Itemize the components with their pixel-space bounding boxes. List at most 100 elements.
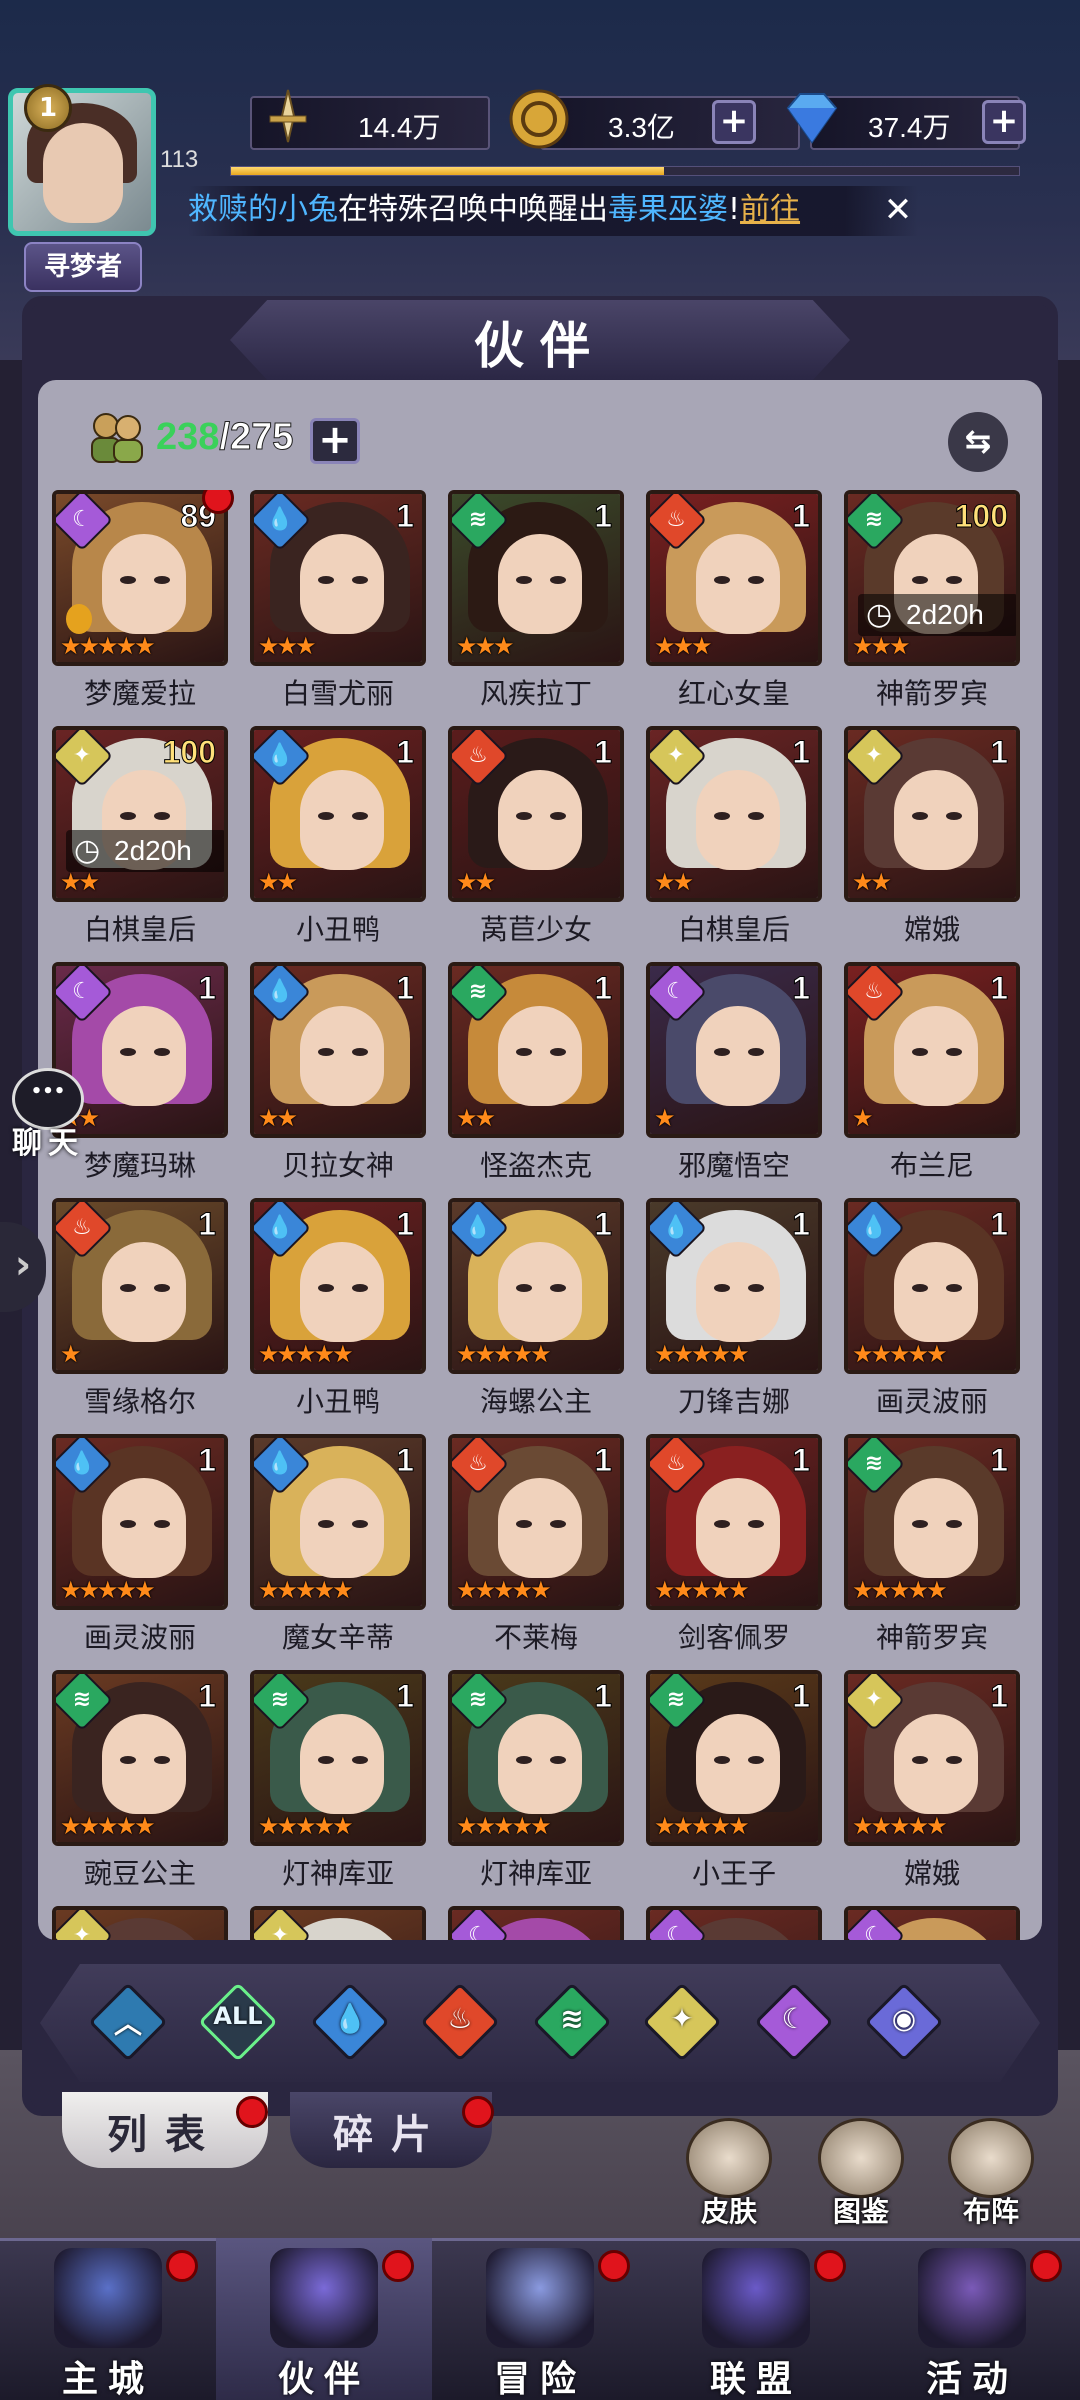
hero-eye xyxy=(154,1284,170,1292)
element-symbol: ☾ xyxy=(72,507,92,532)
nav-item[interactable]: 伙伴 xyxy=(216,2238,432,2400)
filter-all-button[interactable]: ALL xyxy=(198,1982,278,2062)
filter-light-button[interactable]: ✦ xyxy=(642,1982,722,2062)
hero-card[interactable]: 💧 1 ★★★★★ 小丑鸭 xyxy=(250,1198,426,1424)
player-title-badge[interactable]: 寻梦者 xyxy=(24,242,142,292)
hero-card[interactable]: ≋ 1 ★★★★★ 神箭罗宾 xyxy=(844,1434,1020,1660)
announcement-ticker[interactable]: 救赎的小兔在特殊召唤中唤醒出毒果巫婆!前往 xyxy=(188,186,918,236)
filter-void-button[interactable]: ◉ xyxy=(864,1982,944,2062)
nav-reddot xyxy=(598,2250,630,2282)
codex-button[interactable]: 图鉴 xyxy=(806,2118,916,2228)
hero-card[interactable]: ✦ xyxy=(52,1906,228,1940)
hero-portrait: ♨ 1 ★★ xyxy=(448,726,624,902)
hero-stars: ★★★ xyxy=(852,632,911,660)
hero-card[interactable]: ♨ 1 ★★★★★ 剑客佩罗 xyxy=(646,1434,822,1660)
ticker-goto-link[interactable]: 前往 xyxy=(740,192,800,227)
xp-bar-fill xyxy=(231,167,665,175)
hero-portrait: ☾ 89 ★★★★★ xyxy=(52,490,228,666)
hero-card[interactable]: 💧 1 ★★★ 白雪尤丽 xyxy=(250,490,426,716)
hero-name: 海螺公主 xyxy=(479,1385,592,1418)
hero-count-text: 238/275 xyxy=(156,416,294,459)
formation-button[interactable]: 布阵 xyxy=(936,2118,1046,2228)
nav-item[interactable]: 联盟 xyxy=(648,2238,864,2400)
hero-card[interactable]: ☾ 1 ★ 邪魔悟空 xyxy=(646,962,822,1188)
hero-card[interactable]: ✦ 1 ★★★★★ 嫦娥 xyxy=(844,1670,1020,1896)
hero-level: 1 xyxy=(990,1206,1009,1243)
hero-card[interactable]: ≋ 1 ★★ 怪盗杰克 xyxy=(448,962,624,1188)
filter-water-button[interactable]: 💧 xyxy=(310,1982,390,2062)
tab-fragments[interactable]: 碎片 xyxy=(290,2092,492,2168)
hero-eye xyxy=(120,576,136,584)
hero-eye xyxy=(154,812,170,820)
hero-level: 1 xyxy=(594,498,613,535)
hero-card[interactable]: ✦ 1 ★★ 嫦娥 xyxy=(844,726,1020,952)
nav-item[interactable]: 活动 xyxy=(864,2238,1080,2400)
nav-item[interactable]: 主城 xyxy=(0,2238,216,2400)
hero-face xyxy=(300,770,384,870)
filter-wind-button[interactable]: ≋ xyxy=(532,1982,612,2062)
xp-bar xyxy=(230,166,1020,176)
hero-card[interactable]: ✦ xyxy=(250,1906,426,1940)
hero-level: 1 xyxy=(594,1678,613,1715)
hero-name: 魔女辛蒂 xyxy=(281,1621,394,1654)
hero-portrait: ✦ xyxy=(250,1906,426,1940)
hero-eye xyxy=(550,812,566,820)
element-symbol: ☾ xyxy=(468,1923,488,1940)
hero-face xyxy=(696,1006,780,1106)
hero-eye xyxy=(516,812,532,820)
add-diamond-button[interactable]: + xyxy=(982,100,1026,144)
hero-stars: ★ xyxy=(852,1104,873,1132)
hero-card[interactable]: ✦ 100 2d20h★★ 白棋皇后 xyxy=(52,726,228,952)
hero-level: 1 xyxy=(990,970,1009,1007)
element-symbol: 💧 xyxy=(266,979,294,1004)
hero-card[interactable]: ☾ 89 ★★★★★ 梦魔爱拉 xyxy=(52,490,234,716)
hero-card[interactable]: ☾ xyxy=(646,1906,822,1940)
filter-dark-button[interactable]: ☾ xyxy=(754,1982,834,2062)
filter-fire-button[interactable]: ♨ xyxy=(420,1982,500,2062)
hero-name: 小丑鸭 xyxy=(295,913,380,946)
hero-face xyxy=(498,770,582,870)
chat-button[interactable]: 聊天 xyxy=(4,1062,94,1161)
hero-card[interactable]: ≋ 100 2d20h★★★ 神箭罗宾 xyxy=(844,490,1020,716)
close-ticker-icon[interactable]: ✕ xyxy=(878,190,918,230)
hero-card[interactable]: ≋ 1 ★★★★★ 灯神库亚 xyxy=(250,1670,426,1896)
nav-item[interactable]: 冒险 xyxy=(432,2238,648,2400)
add-gold-button[interactable]: + xyxy=(712,100,756,144)
hero-portrait: 💧 1 ★★★★★ xyxy=(250,1434,426,1610)
hero-card[interactable]: ≋ 1 ★★★ 风疾拉丁 xyxy=(448,490,624,716)
hero-card[interactable]: ♨ 1 ★ 雪缘格尔 xyxy=(52,1198,228,1424)
formation-label: 布阵 xyxy=(962,2195,1019,2228)
hero-card[interactable]: 💧 1 ★★★★★ 海螺公主 xyxy=(448,1198,624,1424)
hero-level: 1 xyxy=(396,498,415,535)
hero-stars: ★★★★★ xyxy=(258,1340,354,1368)
hero-stars: ★★★★★ xyxy=(456,1576,552,1604)
hero-level: 100 xyxy=(954,498,1008,535)
hero-name: 风疾拉丁 xyxy=(479,677,592,710)
hero-name: 灯神库亚 xyxy=(281,1857,394,1890)
hero-card[interactable]: ≋ 1 ★★★★★ 豌豆公主 xyxy=(52,1670,228,1896)
hero-card[interactable]: ♨ 1 ★ 布兰尼 xyxy=(844,962,1020,1188)
hero-card[interactable]: 💧 1 ★★★★★ 画灵波丽 xyxy=(52,1434,228,1660)
hero-level: 1 xyxy=(396,970,415,1007)
sort-toggle-icon[interactable]: ⇆ xyxy=(948,412,1008,472)
hero-card[interactable]: ≋ 1 ★★★★★ 灯神库亚 xyxy=(448,1670,624,1896)
expand-capacity-button[interactable]: + xyxy=(310,418,360,464)
hero-count-total: /275 xyxy=(219,416,294,459)
hero-card[interactable]: 💧 1 ★★ 小丑鸭 xyxy=(250,726,426,952)
hero-card[interactable]: ☾ xyxy=(448,1906,624,1940)
filter-up-button[interactable]: ︿ xyxy=(88,1982,168,2062)
hero-card[interactable]: ☾ xyxy=(844,1906,1020,1940)
hero-card[interactable]: 💧 1 ★★★★★ 刀锋吉娜 xyxy=(646,1198,822,1424)
skins-button[interactable]: 皮肤 xyxy=(674,2118,784,2228)
hero-eye xyxy=(714,1756,730,1764)
hero-card[interactable]: 💧 1 ★★★★★ 画灵波丽 xyxy=(844,1198,1020,1424)
hero-card[interactable]: ✦ 1 ★★ 白棋皇后 xyxy=(646,726,822,952)
hero-card[interactable]: 💧 1 ★★★★★ 魔女辛蒂 xyxy=(250,1434,426,1660)
hero-card[interactable]: ≋ 1 ★★★★★ 小王子 xyxy=(646,1670,822,1896)
hero-count-current: 238 xyxy=(156,416,220,458)
hero-card[interactable]: 💧 1 ★★ 贝拉女神 xyxy=(250,962,426,1188)
hero-card[interactable]: ♨ 1 ★★★★★ 不莱梅 xyxy=(448,1434,624,1660)
hero-card[interactable]: ♨ 1 ★★ 莴苣少女 xyxy=(448,726,624,952)
hero-card[interactable]: ♨ 1 ★★★ 红心女皇 xyxy=(646,490,822,716)
hero-name: 嫦娥 xyxy=(903,913,960,946)
